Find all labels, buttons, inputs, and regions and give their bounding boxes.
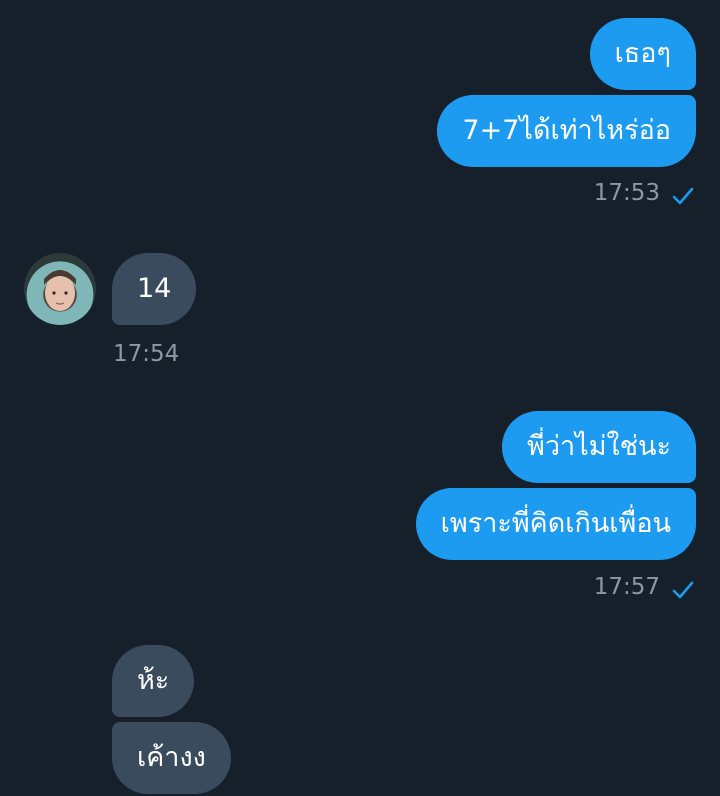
message-timestamp: 17:57 (593, 574, 660, 600)
outgoing-message-bubble[interactable]: เธอๆ (589, 18, 696, 90)
check-icon (672, 581, 694, 599)
outgoing-message-bubble[interactable]: 7+7ได้เท่าไหร่อ่อ (437, 95, 696, 167)
incoming-message-bubble[interactable]: 14 (112, 253, 197, 325)
incoming-message-bubble[interactable]: ห้ะ (112, 645, 195, 717)
outgoing-message-bubble[interactable]: เพราะพี่คิดเกินเพื่อน (415, 488, 696, 560)
contact-avatar[interactable] (24, 253, 96, 325)
incoming-message-bubble[interactable]: เค้างง (112, 722, 231, 794)
outgoing-message-bubble[interactable]: พี่ว่าไม่ใช่นะ (502, 411, 696, 483)
avatar-image (44, 270, 76, 311)
check-icon (672, 187, 694, 205)
chat-thread: เธอๆ 7+7ได้เท่าไหร่อ่อ 17:53 14 17:54 พี… (0, 0, 720, 796)
message-timestamp: 17:53 (593, 180, 660, 206)
message-timestamp: 17:54 (113, 341, 180, 367)
